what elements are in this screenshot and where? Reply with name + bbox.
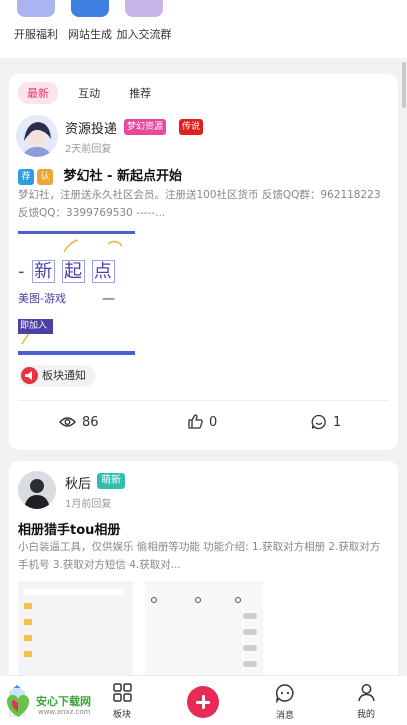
- folder-icon: [24, 635, 32, 641]
- nav-mine[interactable]: 我的: [336, 683, 396, 720]
- avatar[interactable]: [18, 471, 56, 509]
- shortcut-welfare[interactable]: 开服福利: [6, 0, 66, 42]
- watermark: 安心下载网 www.anxz.com: [0, 688, 105, 722]
- post-time: 2天前回复: [65, 144, 112, 155]
- author-name[interactable]: 资源投递: [65, 118, 117, 137]
- radio-icon: [151, 597, 157, 603]
- screenshot-row: [24, 589, 124, 595]
- shortcut-site-builder[interactable]: 网站生成: [60, 0, 120, 42]
- post-image[interactable]: - 新 起 点 美图-游戏 一 即加入: [18, 231, 135, 355]
- feed-tabs: 最新 互动 推荐: [18, 82, 166, 104]
- shortcut-join-group[interactable]: 加入交流群: [114, 0, 174, 42]
- badge-legend: 传说: [179, 119, 204, 135]
- toggle-icon: [243, 661, 257, 667]
- image-char-1: 新: [32, 260, 56, 283]
- divider: [18, 400, 389, 401]
- shortcut-label: 网站生成: [68, 28, 112, 41]
- comment-icon: [311, 414, 326, 429]
- nav-mine-label: 我的: [356, 710, 375, 720]
- watermark-text: 安心下载网: [36, 695, 91, 708]
- megaphone-icon: [21, 366, 38, 384]
- badge-newbie: 萌新: [97, 473, 125, 489]
- comment-count: 1: [333, 415, 342, 430]
- site-builder-icon: [71, 0, 109, 17]
- shortcut-bar: 开服福利 网站生成 加入交流群: [0, 0, 407, 58]
- view-count-value: 86: [82, 415, 99, 430]
- post-card[interactable]: 最新 互动 推荐 资源投递 梦幻资源 传说 2天前回复 荐认 梦幻社 - 新起点…: [9, 74, 398, 450]
- shortcut-label: 加入交流群: [116, 28, 172, 41]
- shortcut-label: 开服福利: [14, 28, 58, 41]
- tag-recommended: 荐: [18, 168, 34, 185]
- image-join-button: 即加入: [18, 319, 53, 334]
- comment-button[interactable]: 1: [311, 414, 341, 432]
- post-title[interactable]: 相册猎手tou相册: [18, 519, 120, 538]
- image-subtitle: 美图-游戏: [18, 292, 66, 305]
- toggle-icon: [243, 629, 257, 635]
- scrollbar[interactable]: [402, 62, 406, 108]
- radio-icon: [195, 597, 201, 603]
- board-chip-label: 板块通知: [42, 369, 86, 382]
- user-icon: [357, 684, 375, 702]
- thumbs-up-icon: [188, 414, 203, 429]
- tab-interaction[interactable]: 互动: [69, 82, 109, 104]
- image-char-2: 起: [61, 260, 85, 283]
- toggle-icon: [243, 645, 257, 651]
- post-title[interactable]: 荐认 梦幻社 - 新起点开始: [18, 165, 182, 185]
- board-chip[interactable]: 板块通知: [18, 365, 95, 387]
- post-excerpt: 小白装逼工具，仅供娱乐 偷相册等功能 功能介绍: 1.获取对方相册 2.获取对方…: [18, 541, 381, 571]
- toggle-icon: [243, 613, 257, 619]
- tab-latest[interactable]: 最新: [18, 82, 58, 104]
- tag-verified: 认: [37, 168, 53, 185]
- post-time: 1月前回复: [65, 499, 112, 510]
- create-post-button[interactable]: [187, 686, 219, 718]
- avatar[interactable]: [16, 115, 58, 157]
- image-dash: 一: [102, 293, 116, 308]
- post-title-text: 梦幻社 - 新起点开始: [63, 169, 182, 184]
- grid-icon: [112, 683, 132, 702]
- badge-dream-resource: 梦幻资源: [124, 119, 167, 135]
- watermark-url: www.anxz.com: [38, 708, 91, 716]
- chat-bubble-icon: [275, 684, 294, 704]
- nav-messages[interactable]: 消息: [255, 683, 315, 721]
- eye-icon: [59, 416, 76, 427]
- watermark-logo: [6, 694, 30, 717]
- radio-icon: [235, 597, 241, 603]
- tab-recommended[interactable]: 推荐: [120, 82, 160, 104]
- like-button[interactable]: 0: [188, 414, 217, 432]
- image-char-3: 点: [91, 260, 115, 283]
- folder-icon: [24, 603, 32, 609]
- post-card[interactable]: 秋后 萌新 1月前回复 相册猎手tou相册 小白装逼工具，仅供娱乐 偷相册等功能…: [9, 461, 398, 701]
- author-name[interactable]: 秋后: [65, 473, 91, 492]
- nav-messages-label: 消息: [275, 711, 294, 721]
- welfare-icon: [17, 0, 55, 17]
- image-left-char: -: [18, 261, 26, 282]
- post-excerpt: 梦幻社，注册送永久社区会员。注册送100社区货币 反馈QQ群：962118223…: [18, 189, 381, 219]
- folder-icon: [24, 619, 32, 625]
- view-count[interactable]: 86: [59, 414, 99, 432]
- join-group-icon: [125, 0, 163, 17]
- like-count: 0: [209, 415, 218, 430]
- image-headline: - 新 起 点: [18, 257, 115, 283]
- folder-icon: [24, 651, 32, 657]
